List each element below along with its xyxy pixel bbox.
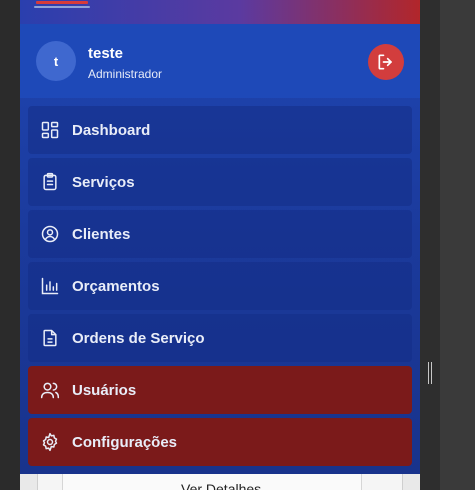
sidebar-item-label: Usuários: [72, 381, 137, 399]
sidebar-item-label: Configurações: [72, 433, 178, 451]
content-area: Ver Detalhes: [20, 474, 420, 490]
sidebar-item-ordens-de-servico[interactable]: Ordens de Serviço: [28, 314, 412, 362]
gear-icon: [39, 431, 61, 453]
sidebar-item-label: Ordens de Serviço: [72, 329, 205, 347]
logout-icon: [378, 54, 392, 70]
users-icon: [39, 379, 61, 401]
document-icon: [39, 327, 61, 349]
right-pane: [440, 0, 475, 490]
sidebar-item-label: Orçamentos: [72, 277, 160, 295]
clipboard-icon: [39, 171, 61, 193]
sidebar-item-dashboard[interactable]: Dashboard: [28, 106, 412, 154]
sidebar-item-servicos[interactable]: Serviços: [28, 158, 412, 206]
sidebar-item-clientes[interactable]: Clientes: [28, 210, 412, 258]
panel-gutter: [420, 0, 440, 490]
bar-chart-icon: [39, 275, 61, 297]
user-circle-icon: [39, 223, 61, 245]
sidebar-item-orcamentos[interactable]: Orçamentos: [28, 262, 412, 310]
sidebar: t teste Administrador Dashboard Serviços: [20, 0, 420, 474]
sidebar-item-label: Clientes: [72, 225, 131, 243]
resize-handle[interactable]: [428, 362, 432, 384]
user-panel: t teste Administrador: [20, 24, 420, 98]
logout-button[interactable]: [368, 44, 404, 80]
sidebar-item-configuracoes[interactable]: Configurações: [28, 418, 412, 466]
sidebar-item-usuarios[interactable]: Usuários: [28, 366, 412, 414]
sidebar-item-label: Serviços: [72, 173, 135, 191]
details-button-label: Ver Detalhes: [181, 481, 262, 490]
user-role: Administrador: [88, 67, 163, 81]
sidebar-item-label: Dashboard: [72, 121, 151, 139]
logo: [34, 0, 92, 12]
user-name: teste: [88, 45, 124, 62]
details-button[interactable]: Ver Detalhes: [62, 474, 362, 490]
sidebar-banner: [20, 0, 420, 24]
avatar: t: [36, 41, 76, 81]
dashboard-icon: [39, 119, 61, 141]
